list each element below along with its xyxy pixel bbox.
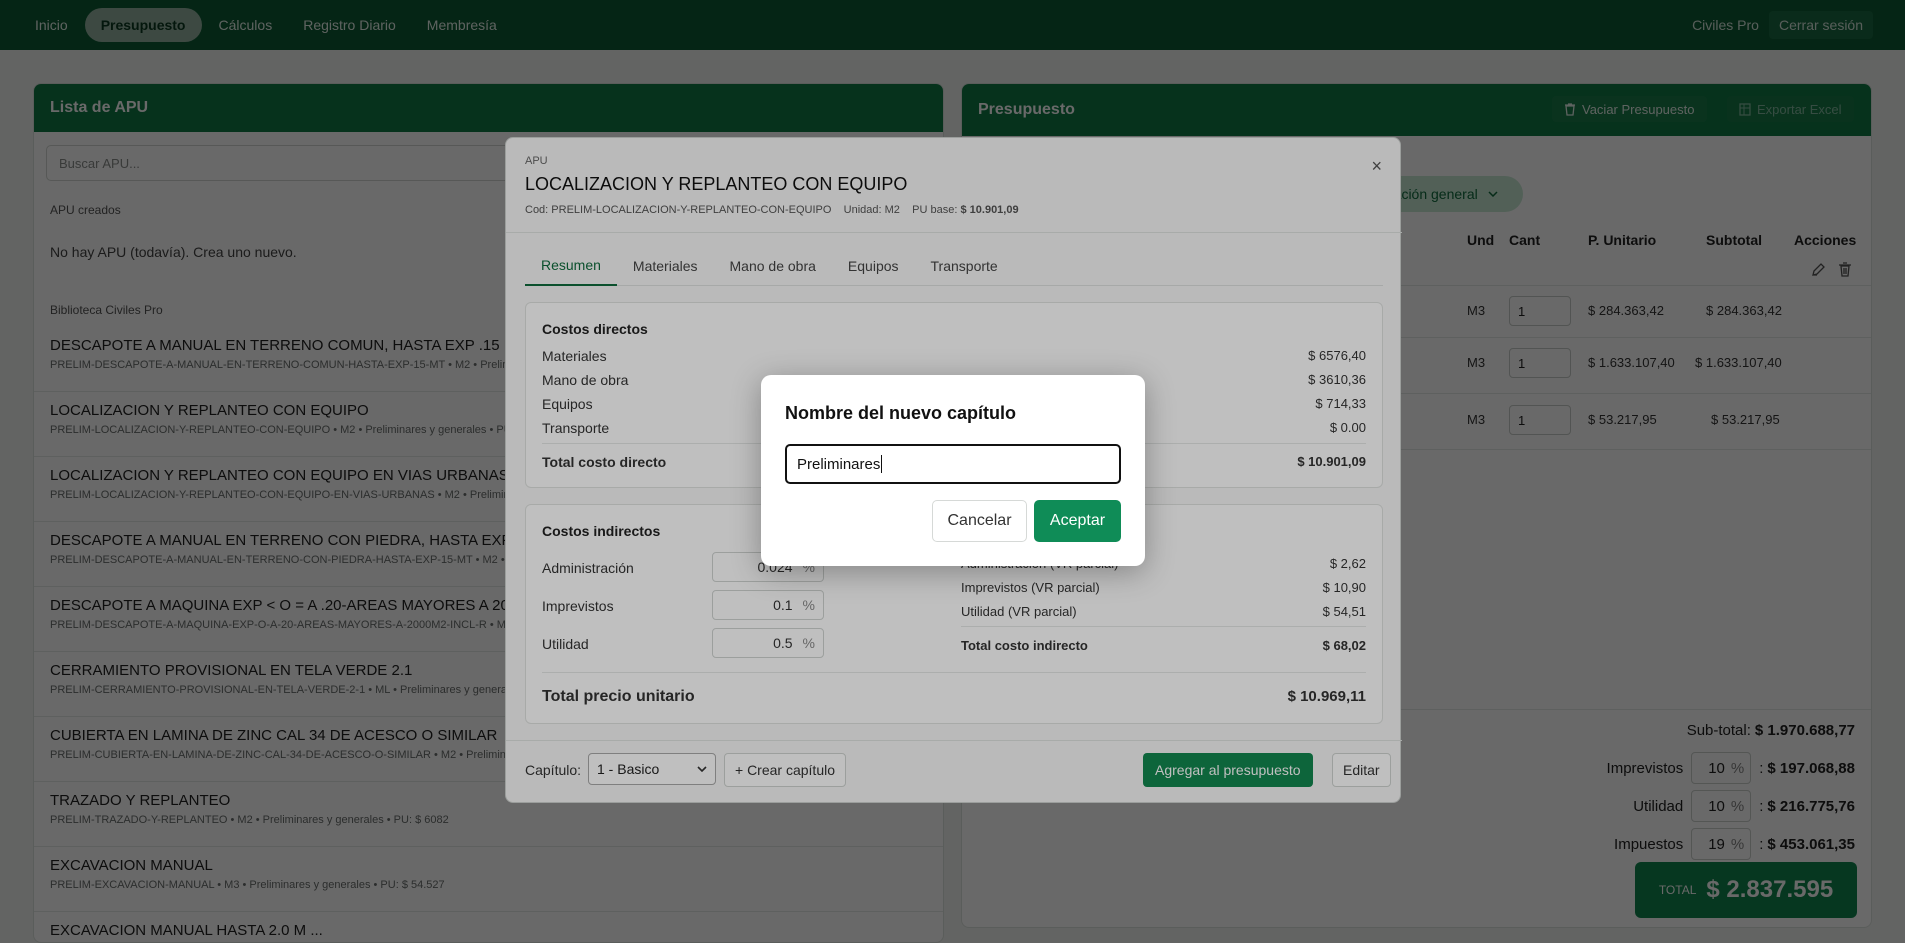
dialog-title: Nombre del nuevo capítulo — [785, 403, 1017, 423]
chapter-name-value: Preliminares — [797, 455, 881, 473]
new-chapter-dialog: Nombre del nuevo capítulo Preliminares C… — [761, 375, 1145, 566]
cancel-button[interactable]: Cancelar — [932, 500, 1027, 542]
text-caret — [881, 455, 883, 473]
accept-button[interactable]: Aceptar — [1034, 500, 1121, 542]
chapter-name-input[interactable]: Preliminares — [785, 444, 1121, 484]
